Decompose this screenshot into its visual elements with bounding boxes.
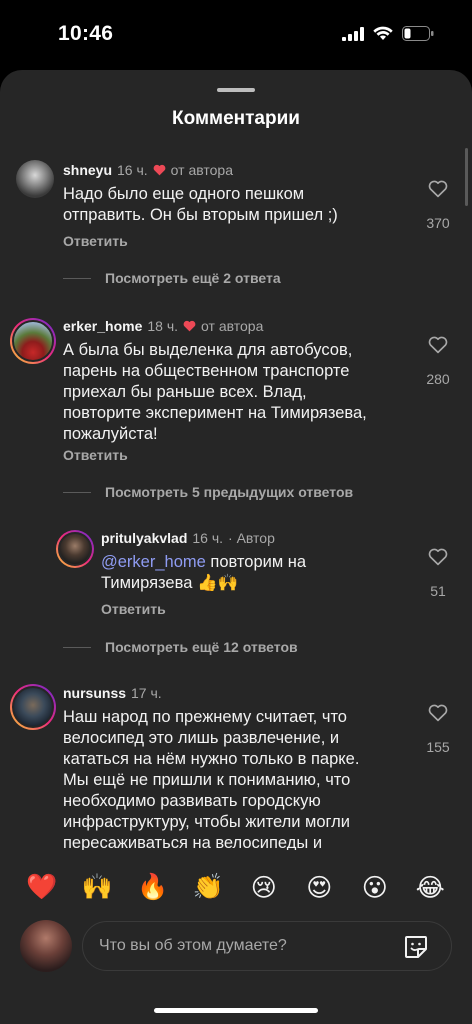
divider-line xyxy=(63,646,91,648)
view-previous-replies-label: Посмотреть 5 предыдущих ответов xyxy=(105,484,354,500)
home-indicator xyxy=(154,1008,318,1013)
cellular-signal-icon xyxy=(342,26,364,41)
view-previous-replies[interactable]: Посмотреть 5 предыдущих ответов xyxy=(63,484,353,500)
avatar[interactable] xyxy=(10,684,56,730)
comment-meta: nursunss 17 ч. xyxy=(63,685,162,701)
battery-icon xyxy=(402,26,434,41)
like-button[interactable]: 280 xyxy=(418,336,458,387)
comment-list[interactable]: shneyu 16 ч. от автора Надо было еще одн… xyxy=(0,70,472,850)
heart-outline-icon xyxy=(428,336,448,354)
comment-time: 18 ч. xyxy=(147,318,179,334)
view-more-replies-label: Посмотреть ещё 2 ответа xyxy=(105,270,281,286)
emoji-open-mouth[interactable]: 😮 xyxy=(355,873,395,902)
heart-outline-icon xyxy=(428,180,448,198)
emoji-raised-hands[interactable]: 🙌 xyxy=(77,872,117,902)
comment-text: Надо было еще одного пешком отправить. О… xyxy=(63,185,338,224)
author-liked-heart-icon xyxy=(183,320,196,332)
comment-input-box[interactable] xyxy=(82,921,452,971)
avatar-image xyxy=(58,532,92,566)
divider-line xyxy=(63,491,91,493)
avatar[interactable] xyxy=(56,530,94,568)
like-button[interactable]: 370 xyxy=(418,180,458,231)
like-count: 280 xyxy=(426,371,450,387)
emoji-crying-face[interactable]: 😢 xyxy=(244,873,284,902)
emoji-reaction-bar: ❤️ 🙌 🔥 👏 😢 😍 😮 😂 xyxy=(0,862,472,912)
avatar-image xyxy=(12,686,54,728)
comment-time: 17 ч. xyxy=(131,685,162,701)
like-button[interactable]: 51 xyxy=(418,548,458,599)
comment-text: @erker_home повторим на Тимирязева 👍🙌 xyxy=(101,552,341,594)
status-bar: 10:46 xyxy=(0,0,472,70)
comment-username[interactable]: shneyu xyxy=(63,162,112,178)
emoji-tears-of-joy[interactable]: 😂 xyxy=(410,873,450,902)
like-count: 51 xyxy=(430,583,446,599)
emoji-fire[interactable]: 🔥 xyxy=(133,872,173,902)
current-user-avatar xyxy=(20,920,72,972)
avatar[interactable] xyxy=(10,318,56,364)
comment-meta: erker_home 18 ч. от автора xyxy=(63,318,263,334)
heart-outline-icon xyxy=(428,548,448,566)
view-more-replies[interactable]: Посмотреть ещё 2 ответа xyxy=(63,270,281,286)
comment-composer xyxy=(0,918,472,978)
avatar[interactable] xyxy=(16,160,54,198)
reply-button[interactable]: Ответить xyxy=(63,447,128,463)
comment-meta: shneyu 16 ч. от автора xyxy=(63,162,233,178)
like-count: 155 xyxy=(426,739,450,755)
comment-username[interactable]: pritulyakvlad xyxy=(101,530,187,546)
comment-text: Наш народ по прежнему считает, что велос… xyxy=(63,708,360,850)
comment-username[interactable]: nursunss xyxy=(63,685,126,701)
view-more-replies[interactable]: Посмотреть ещё 12 ответов xyxy=(63,639,298,655)
comment-text: А была бы выделенка для автобусов, парен… xyxy=(63,341,367,443)
comment-meta: pritulyakvlad 16 ч. · Автор xyxy=(101,530,275,546)
comments-sheet: Комментарии shneyu 16 ч. от автора Надо … xyxy=(0,70,472,1024)
like-button[interactable]: 155 xyxy=(418,704,458,755)
reply-button[interactable]: Ответить xyxy=(63,233,128,249)
status-icons xyxy=(342,26,434,41)
reply-button[interactable]: Ответить xyxy=(101,601,166,617)
comment-input[interactable] xyxy=(99,922,389,970)
emoji-heart-eyes[interactable]: 😍 xyxy=(299,873,339,902)
author-liked-heart-icon xyxy=(153,164,166,176)
mention-link[interactable]: @erker_home xyxy=(101,553,206,571)
divider-line xyxy=(63,277,91,279)
comment-time: 16 ч. xyxy=(117,162,148,178)
heart-outline-icon xyxy=(428,704,448,722)
author-badge: от автора xyxy=(170,162,233,178)
comment-time: 16 ч. xyxy=(192,530,224,546)
comment-username[interactable]: erker_home xyxy=(63,318,142,334)
status-time: 10:46 xyxy=(58,22,114,45)
wifi-icon xyxy=(373,26,393,40)
like-count: 370 xyxy=(426,215,450,231)
sticker-icon[interactable] xyxy=(403,934,429,960)
view-more-replies-label: Посмотреть ещё 12 ответов xyxy=(105,639,298,655)
author-badge: · Автор xyxy=(228,530,275,546)
emoji-clapping-hands[interactable]: 👏 xyxy=(188,872,228,902)
avatar-image xyxy=(12,320,54,362)
emoji-red-heart[interactable]: ❤️ xyxy=(22,872,62,902)
author-badge: от автора xyxy=(201,318,264,334)
